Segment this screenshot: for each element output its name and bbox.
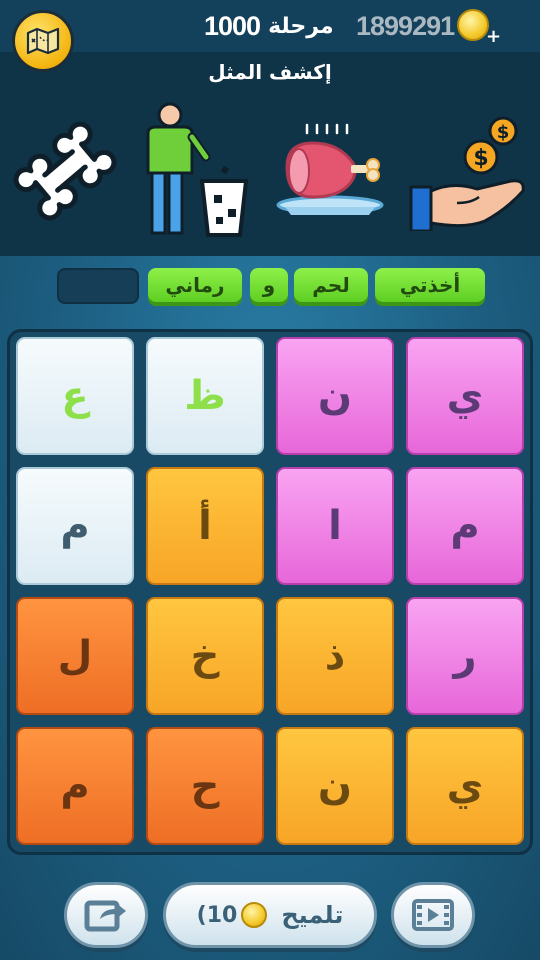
answer-word-4[interactable]: رماني xyxy=(148,268,242,302)
answer-word-2[interactable]: لحم xyxy=(294,268,368,302)
hint-label: تلميح xyxy=(281,901,344,929)
svg-text:$: $ xyxy=(473,146,488,171)
svg-text:$: $ xyxy=(496,122,509,143)
coin-icon xyxy=(457,9,489,41)
hint-button[interactable]: تلميح (10 xyxy=(163,882,377,948)
level-label: مرحلة xyxy=(268,13,334,39)
letter-tile[interactable]: ظ xyxy=(146,337,264,455)
puzzle-picture-1 xyxy=(10,96,120,246)
letter-tile[interactable]: ي xyxy=(406,337,524,455)
puzzle-picture-4: $ $ xyxy=(405,96,530,246)
meat-plate-icon xyxy=(276,123,384,215)
map-icon xyxy=(26,27,60,55)
plus-icon[interactable]: + xyxy=(486,26,501,47)
letter-tile[interactable]: م xyxy=(16,467,134,585)
answer-word-3[interactable]: و xyxy=(250,268,288,302)
letter-tile[interactable]: ذ xyxy=(276,597,394,715)
bone-icon xyxy=(13,121,117,221)
answer-empty-slot[interactable] xyxy=(57,268,139,304)
letter-tile[interactable]: م xyxy=(16,727,134,845)
letter-tile[interactable]: م xyxy=(406,467,524,585)
puzzle-picture-3 xyxy=(272,96,388,246)
coin-icon xyxy=(241,902,268,928)
letter-tile[interactable]: ن xyxy=(276,337,394,455)
level-number: 1000 xyxy=(204,10,261,41)
letter-tile[interactable]: ع xyxy=(16,337,134,455)
share-button[interactable] xyxy=(64,882,148,948)
letter-tile[interactable]: ي xyxy=(406,727,524,845)
letter-tile[interactable]: ل xyxy=(16,597,134,715)
letter-tile[interactable]: ر xyxy=(406,597,524,715)
map-button[interactable] xyxy=(12,10,74,72)
puzzle-title: إكشف المثل xyxy=(208,60,332,84)
letter-tile[interactable]: أ xyxy=(146,467,264,585)
hint-cost-value: (10 xyxy=(196,902,238,928)
letter-tile[interactable]: ا xyxy=(276,467,394,585)
letter-tile[interactable]: ن xyxy=(276,727,394,845)
answer-word-1[interactable]: أخذتي xyxy=(375,268,485,302)
hand-money-icon: $ $ xyxy=(409,116,525,231)
level-indicator: مرحلة 1000 xyxy=(204,6,334,46)
puzzle-picture-2 xyxy=(135,96,255,246)
letter-tile[interactable]: ح xyxy=(146,727,264,845)
coin-balance: 1899291 xyxy=(356,10,455,41)
person-trash-icon xyxy=(146,102,249,237)
video-button[interactable] xyxy=(391,882,475,948)
share-icon xyxy=(84,900,126,932)
video-icon xyxy=(412,899,454,931)
letter-tile[interactable]: خ xyxy=(146,597,264,715)
hint-cost: (10 xyxy=(197,902,272,928)
